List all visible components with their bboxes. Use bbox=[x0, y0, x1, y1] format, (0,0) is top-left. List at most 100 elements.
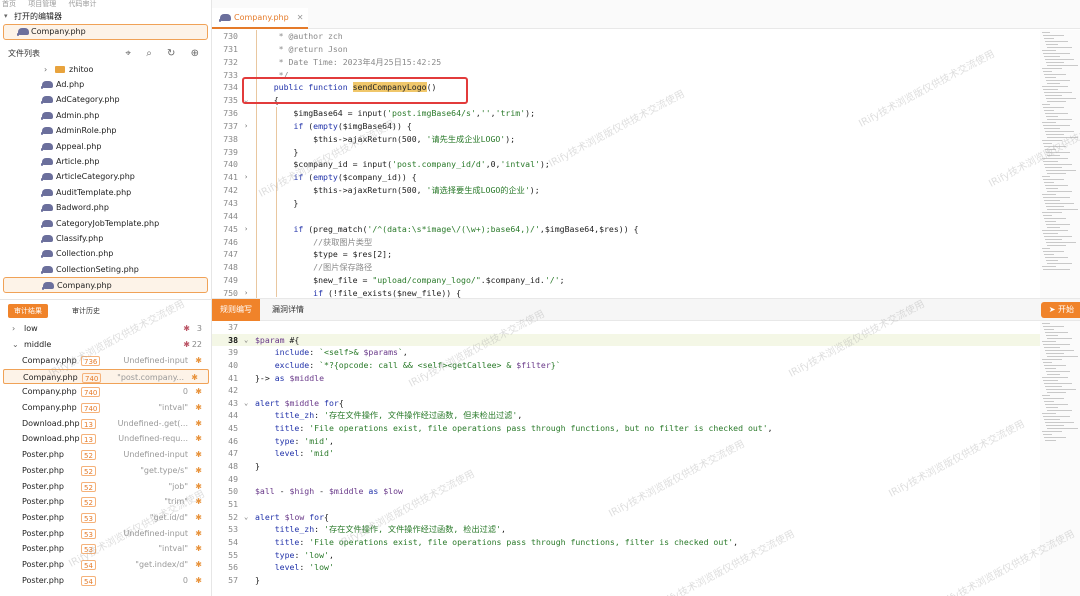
file-item[interactable]: Collection.php bbox=[0, 246, 211, 261]
breadcrumb-item[interactable]: 首页 bbox=[2, 0, 16, 8]
close-icon[interactable]: ✕ bbox=[297, 13, 304, 22]
group-count: 22 bbox=[191, 340, 202, 349]
file-item[interactable]: Company.php bbox=[3, 277, 208, 294]
refresh-icon[interactable]: ↻ bbox=[167, 48, 175, 59]
file-item[interactable]: CollectionSeting.php bbox=[0, 262, 211, 277]
result-row[interactable]: Poster.php 52 "get.type/s" ✱ bbox=[0, 463, 211, 479]
result-row[interactable]: Download.php 13 Undefined-.get(... ✱ bbox=[0, 416, 211, 432]
minimap-line bbox=[1044, 329, 1054, 330]
tab-vuln-details[interactable]: 漏洞详情 bbox=[264, 299, 312, 321]
add-icon[interactable]: ⊕ bbox=[191, 48, 199, 59]
bug-icon: ✱ bbox=[195, 497, 202, 507]
minimap-line bbox=[1045, 95, 1062, 96]
minimap[interactable] bbox=[1040, 321, 1080, 596]
line-number: 746 bbox=[223, 236, 238, 247]
rule-line: 50 $all - $high - $middle as $low bbox=[212, 485, 1040, 498]
locate-icon[interactable]: ⌖ bbox=[125, 48, 131, 59]
result-row[interactable]: Company.php 740 "intval" ✱ bbox=[0, 400, 211, 416]
result-row[interactable]: Poster.php 52 "job" ✱ bbox=[0, 479, 211, 495]
rule-editor-panel: 规则编写 漏洞详情 ➤ 开始 37 38 ⌄ $param #{39 include:… bbox=[212, 298, 1080, 596]
rule-line: 45 title: 'File operations exist, file o… bbox=[212, 422, 1040, 435]
result-row[interactable]: Poster.php 53 Undefined-input ✱ bbox=[0, 526, 211, 542]
file-item[interactable]: AdminRole.php bbox=[0, 123, 211, 138]
highlight-box bbox=[242, 77, 468, 104]
breadcrumb-item[interactable]: 项目管理 bbox=[28, 0, 56, 8]
file-item[interactable]: Article.php bbox=[0, 154, 211, 169]
line-number: 42 bbox=[228, 385, 238, 396]
result-row[interactable]: Company.php 740 0 ✱ bbox=[0, 384, 211, 400]
line-number: 738 bbox=[223, 133, 238, 144]
result-row[interactable]: Company.php 736 Undefined-input ✱ bbox=[0, 353, 211, 369]
file-item[interactable]: AdCategory.php bbox=[0, 92, 211, 107]
result-row[interactable]: Poster.php 54 "get.index/d" ✱ bbox=[0, 557, 211, 573]
minimap-line bbox=[1042, 140, 1062, 141]
start-button[interactable]: ➤ 开始 bbox=[1040, 302, 1080, 318]
file-item[interactable]: Classify.php bbox=[0, 231, 211, 246]
code-text: * @author zch bbox=[254, 31, 343, 41]
fold-icon[interactable]: › bbox=[244, 120, 248, 133]
fold-icon[interactable]: ⌄ bbox=[244, 334, 248, 347]
breadcrumb-item[interactable]: 代码审计 bbox=[68, 0, 96, 8]
minimap-line bbox=[1047, 356, 1078, 357]
result-file: Download.php bbox=[22, 434, 80, 444]
minimap-line bbox=[1045, 41, 1068, 42]
tab-audit-history[interactable]: 审计历史 bbox=[66, 304, 106, 318]
result-row[interactable]: Poster.php 53 "get.id/d" ✱ bbox=[0, 510, 211, 526]
open-editor-item[interactable]: Company.php bbox=[3, 24, 208, 40]
minimap-line bbox=[1047, 227, 1060, 228]
result-row[interactable]: Poster.php 53 "intval" ✱ bbox=[0, 541, 211, 557]
editor-tab[interactable]: Company.php ✕ bbox=[212, 8, 308, 29]
minimap-line bbox=[1044, 401, 1054, 402]
line-number: 742 bbox=[223, 185, 238, 196]
minimap-line bbox=[1047, 338, 1072, 339]
result-file: Poster.php bbox=[22, 544, 64, 554]
file-item[interactable]: CategoryJobTemplate.php bbox=[0, 216, 211, 231]
file-label: CategoryJobTemplate.php bbox=[56, 218, 160, 228]
result-row[interactable]: Download.php 13 Undefined-requ... ✱ bbox=[0, 431, 211, 447]
code-area[interactable]: 730 * @author zch 731 * @return Json 732 *… bbox=[212, 30, 1042, 300]
minimap-line bbox=[1043, 35, 1064, 36]
fold-icon[interactable]: ⌄ bbox=[244, 397, 248, 410]
open-editors-header[interactable]: ▾ 打开的编辑器 bbox=[0, 9, 211, 24]
line-number: 737 bbox=[223, 120, 238, 131]
rule-code-area[interactable]: 37 38 ⌄ $param #{39 include: `<self>& $para… bbox=[212, 321, 1040, 586]
file-item[interactable]: Appeal.php bbox=[0, 139, 211, 154]
result-value: 0 bbox=[182, 387, 188, 397]
fold-icon[interactable]: › bbox=[244, 223, 248, 236]
php-icon bbox=[41, 142, 53, 151]
minimap-line bbox=[1044, 236, 1072, 237]
minimap[interactable] bbox=[1040, 30, 1080, 298]
file-item[interactable]: Badword.php bbox=[0, 200, 211, 215]
fold-icon[interactable]: › bbox=[244, 171, 248, 184]
tab-rule-writing[interactable]: 规则编写 bbox=[212, 299, 260, 321]
result-row[interactable]: Company.php 740 "post.company... ✱ bbox=[3, 368, 209, 385]
code-text: //获取图片类型 bbox=[254, 236, 373, 247]
rule-text: } bbox=[255, 574, 260, 585]
code-line: 748 //图片保存路径 bbox=[212, 261, 1042, 274]
file-item[interactable]: Admin.php bbox=[0, 108, 211, 123]
group-middle[interactable]: ⌄ middle ✱ 22 bbox=[0, 337, 211, 353]
result-row[interactable]: Poster.php 52 "trim" ✱ bbox=[0, 494, 211, 510]
minimap-line bbox=[1045, 422, 1074, 423]
file-item[interactable]: AuditTemplate.php bbox=[0, 185, 211, 200]
file-label: Collection.php bbox=[56, 249, 114, 259]
file-item[interactable]: ArticleCategory.php bbox=[0, 169, 211, 184]
rule-text: exclude: `*?{opcode: call && <self><getC… bbox=[274, 359, 561, 370]
code-line: 739 } bbox=[212, 146, 1042, 159]
minimap-line bbox=[1047, 263, 1072, 264]
code-line: 737 › if (empty($imgBase64)) { bbox=[212, 120, 1042, 133]
result-row[interactable]: Poster.php 52 Undefined-input ✱ bbox=[0, 447, 211, 463]
minimap-line bbox=[1045, 257, 1068, 258]
fold-icon[interactable]: ⌄ bbox=[244, 511, 248, 524]
folder-item[interactable]: › zhitoo bbox=[0, 62, 211, 77]
minimap-line bbox=[1044, 383, 1072, 384]
line-number: 744 bbox=[223, 210, 238, 221]
tab-audit-results[interactable]: 审计结果 bbox=[8, 304, 48, 318]
search-icon[interactable]: ⌕ bbox=[146, 48, 152, 59]
minimap-line bbox=[1045, 332, 1068, 333]
file-item[interactable]: Ad.php bbox=[0, 77, 211, 92]
minimap-line bbox=[1046, 371, 1070, 372]
group-low[interactable]: › low ✱ 3 bbox=[0, 321, 211, 337]
result-row[interactable]: Poster.php 54 0 ✱ bbox=[0, 573, 211, 589]
minimap-line bbox=[1042, 341, 1056, 342]
